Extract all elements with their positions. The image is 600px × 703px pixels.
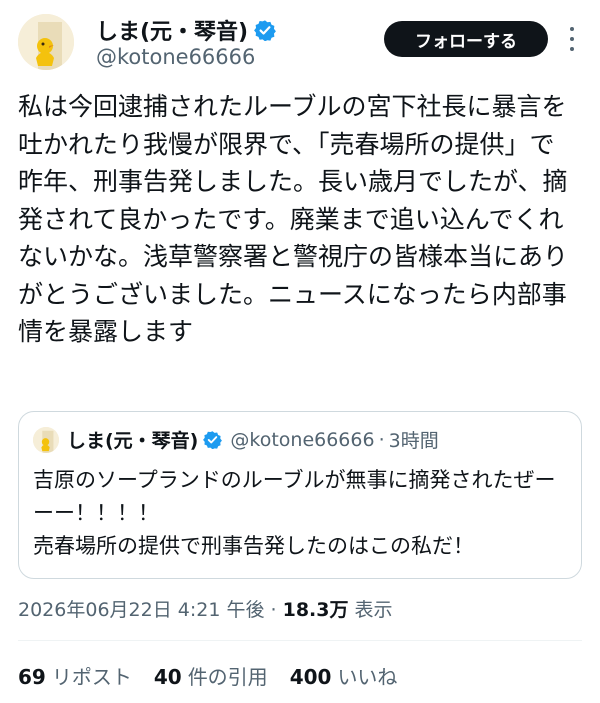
quoted-tweet-time[interactable]: 3時間 (389, 426, 439, 453)
reposts-count: 69 (18, 665, 46, 689)
tweet-timestamp[interactable]: 2026年06月22日 4:21 午後 (18, 599, 264, 621)
author-name-row: しま(元・琴音) (96, 14, 277, 46)
quoted-separator: · (378, 428, 385, 451)
quoted-author-display-name: しま(元・琴音) (67, 430, 199, 452)
quotes-count: 40 (153, 665, 182, 689)
verified-badge-icon (254, 20, 277, 41)
engagement-stats: 69 リポスト 40 件の引用 400 いいね (18, 661, 419, 690)
follow-button[interactable]: フォローする (384, 21, 548, 57)
views-label: 表示 (354, 599, 393, 621)
views-count: 18.3万 (282, 599, 349, 621)
author-handle[interactable]: @kotone66666 (96, 45, 255, 69)
author-display-name[interactable]: しま(元・琴音) (96, 14, 248, 46)
quoted-tweet-text: 吉原のソープランドのルーブルが無事に摘発されたぜーーー！！！！ 売春場所の提供で… (33, 468, 556, 558)
quoted-tweet[interactable]: しま(元・琴音) @kotone66666 · 3時間 吉原のソープランドのルー… (18, 411, 582, 579)
tweet-text: 私は今回逮捕されたルーブルの宮下社長に暴言を吐かれたり我慢が限界で、「売春場所の… (18, 92, 569, 346)
quoted-tweet-header: しま(元・琴音) @kotone66666 · 3時間 (33, 426, 439, 453)
likes-count: 400 (289, 665, 332, 689)
more-options-icon[interactable] (562, 27, 582, 51)
author-avatar[interactable] (18, 14, 74, 70)
likes-stat[interactable]: 400 いいね (290, 661, 398, 690)
meta-separator: · (270, 599, 277, 621)
more-dot (570, 37, 574, 41)
verified-badge-icon (203, 431, 223, 449)
quoted-author-handle: @kotone66666 (230, 428, 375, 451)
quotes-stat[interactable]: 40 件の引用 (154, 661, 268, 690)
reposts-label: リポスト (51, 665, 132, 689)
divider (18, 640, 582, 641)
quotes-label: 件の引用 (187, 665, 268, 689)
tweet-header: しま(元・琴音) @kotone66666 フォローする (0, 0, 600, 80)
reposts-stat[interactable]: 69 リポスト (18, 661, 132, 690)
avatar-image (18, 14, 74, 70)
quoted-author-avatar (33, 426, 59, 453)
quoted-avatar-image (33, 426, 59, 453)
more-dot (570, 27, 574, 31)
more-dot (570, 47, 574, 51)
tweet-meta: 2026年06月22日 4:21 午後 · 18.3万 表示 (18, 595, 393, 622)
likes-label: いいね (337, 665, 398, 689)
